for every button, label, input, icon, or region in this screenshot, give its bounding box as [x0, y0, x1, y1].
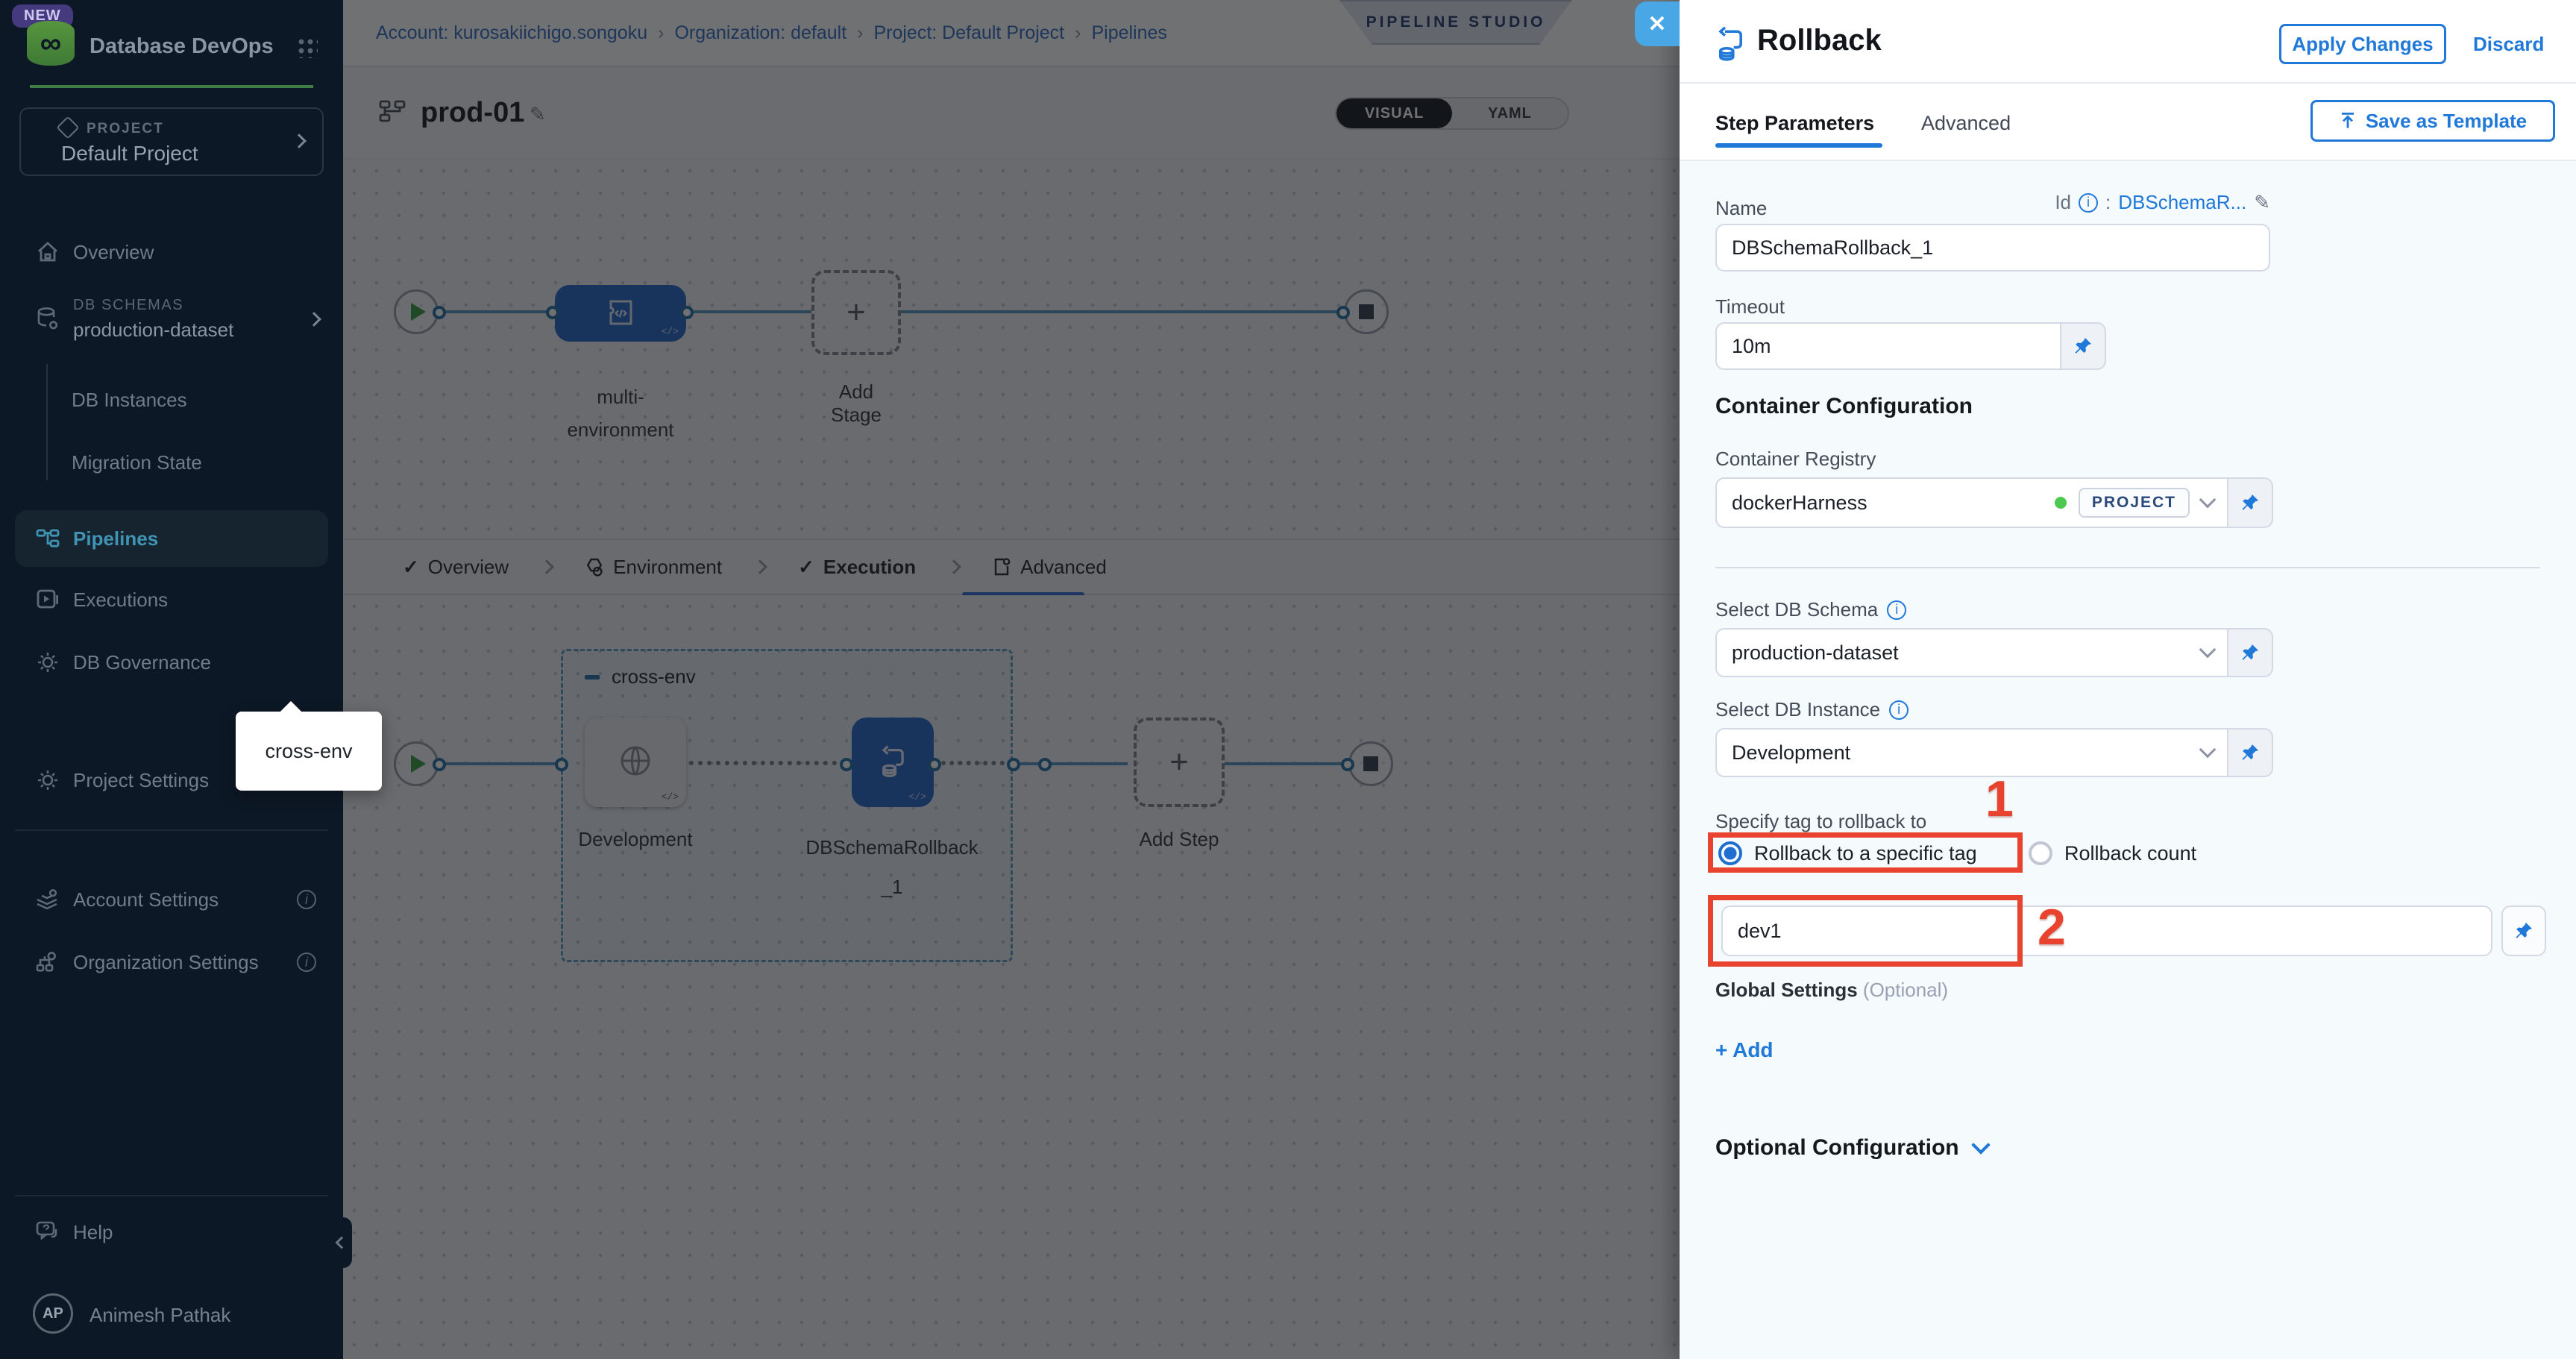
- db-instance-value[interactable]: [1715, 728, 2228, 777]
- gear-icon: [36, 769, 60, 791]
- radio-off-icon[interactable]: [2029, 841, 2052, 865]
- drawer-divider: [1680, 82, 2576, 84]
- rollback-icon: [1712, 25, 1748, 64]
- database-devops-logo-icon[interactable]: ∞: [27, 21, 75, 66]
- home-icon: [36, 242, 60, 263]
- upload-icon: [2339, 112, 2357, 130]
- info-icon: [2079, 193, 2098, 213]
- select-db-schema-label: Select DB Schema: [1715, 598, 1906, 621]
- optional-configuration-heading[interactable]: Optional Configuration: [1715, 1135, 1988, 1161]
- tab-advanced[interactable]: Advanced: [1921, 112, 2011, 135]
- db-schema-value[interactable]: [1715, 628, 2228, 677]
- org-chart-gear-icon: [36, 951, 60, 973]
- timeout-field[interactable]: [1715, 322, 2106, 370]
- annotation-box-1: [1708, 832, 2023, 873]
- id-label: Id: [2055, 191, 2071, 214]
- rollback-step-drawer: Rollback Apply Changes Discard Step Para…: [1680, 0, 2576, 1359]
- sidebar-item-executions[interactable]: Executions: [0, 574, 343, 625]
- pipelines-icon: [36, 529, 60, 548]
- annotation-number-1: 1: [1985, 770, 2014, 828]
- edit-id-pencil-icon[interactable]: ✎: [2254, 191, 2270, 214]
- sidebar-item-overview[interactable]: Overview: [0, 227, 343, 277]
- sidebar-collapse-handle[interactable]: [331, 1217, 352, 1268]
- cross-env-tooltip: cross-env: [236, 712, 382, 791]
- drawer-body: Name Id : DBSchemaR... ✎ Timeout Contain…: [1680, 160, 2576, 1359]
- sidebar: NEW ∞ Database DevOps PROJECT Default Pr…: [0, 0, 343, 1359]
- chevron-down-icon[interactable]: [2199, 492, 2217, 509]
- timeout-input[interactable]: [1715, 322, 2061, 370]
- discard-button[interactable]: Discard: [2473, 33, 2544, 56]
- db-schema-icon: [36, 307, 60, 332]
- annotation-box-2: [1708, 895, 2023, 967]
- container-registry-field[interactable]: PROJECT: [1715, 477, 2273, 528]
- runtime-input-pin-icon[interactable]: [2228, 628, 2273, 677]
- runtime-input-pin-icon[interactable]: [2228, 477, 2273, 528]
- close-drawer-button[interactable]: ✕: [1635, 1, 1680, 46]
- timeout-label: Timeout: [1715, 295, 1785, 318]
- annotation-number-2: 2: [2038, 898, 2066, 956]
- runtime-input-pin-icon[interactable]: [2228, 728, 2273, 777]
- name-field[interactable]: [1715, 224, 2270, 272]
- name-input[interactable]: [1715, 224, 2270, 272]
- app-root: NEW ∞ Database DevOps PROJECT Default Pr…: [0, 0, 2576, 1359]
- sidebar-item-account-settings[interactable]: Account Settings: [0, 874, 343, 925]
- info-icon: [1887, 600, 1906, 620]
- executions-icon: [36, 589, 60, 610]
- connector-status-dot: [2055, 497, 2067, 509]
- runtime-input-pin-icon[interactable]: [2501, 906, 2546, 956]
- sidebar-item-db-governance[interactable]: DB Governance: [0, 637, 343, 688]
- sidebar-divider: [15, 829, 328, 831]
- app-title: Database DevOps: [89, 34, 274, 59]
- db-schema-select[interactable]: [1715, 628, 2273, 677]
- project-label: PROJECT: [87, 121, 164, 137]
- active-tab-underline: [1715, 143, 1882, 148]
- help-chat-icon: [36, 1221, 60, 1243]
- sidebar-item-organization-settings[interactable]: Organization Settings: [0, 937, 343, 988]
- sidebar-item-migration-state[interactable]: Migration State: [0, 437, 343, 488]
- apply-changes-button[interactable]: Apply Changes: [2279, 24, 2446, 64]
- db-schemas-label: DB SCHEMAS: [73, 295, 233, 316]
- scope-badge: PROJECT: [2079, 488, 2190, 518]
- runtime-input-pin-icon[interactable]: [2061, 322, 2106, 370]
- chevron-down-icon[interactable]: [1971, 1135, 1990, 1154]
- modal-dim-overlay: [343, 0, 1680, 1359]
- brand-divider: [30, 85, 313, 88]
- info-icon: [297, 890, 316, 909]
- project-cube-icon: [56, 116, 79, 139]
- chevron-down-icon[interactable]: [2199, 641, 2217, 659]
- drawer-title: Rollback: [1757, 24, 1882, 57]
- user-avatar[interactable]: AP: [33, 1293, 73, 1334]
- global-settings-label: Global Settings (Optional): [1715, 979, 1948, 1002]
- chevron-right-icon: [307, 312, 321, 327]
- info-icon: [297, 952, 316, 972]
- radio-rollback-count[interactable]: Rollback count: [2029, 841, 2196, 865]
- specify-tag-label: Specify tag to rollback to: [1715, 810, 1926, 833]
- project-selector[interactable]: PROJECT Default Project: [19, 107, 324, 176]
- user-name[interactable]: Animesh Pathak: [89, 1304, 230, 1327]
- tag-pin-button[interactable]: [2501, 906, 2546, 956]
- layers-gear-icon: [36, 889, 60, 910]
- section-divider: [1715, 567, 2540, 568]
- db-schemas-value: production-dataset: [73, 316, 233, 345]
- module-grid-icon[interactable]: [297, 37, 318, 58]
- gear-icon: [36, 651, 60, 674]
- sidebar-item-pipelines[interactable]: Pipelines: [15, 510, 328, 567]
- save-as-template-button[interactable]: Save as Template: [2310, 100, 2555, 142]
- id-value: DBSchemaR...: [2118, 191, 2246, 214]
- select-db-instance-label: Select DB Instance: [1715, 698, 1909, 721]
- sidebar-item-help[interactable]: Help: [0, 1207, 343, 1258]
- sidebar-item-db-schemas[interactable]: DB SCHEMAS production-dataset: [0, 286, 343, 352]
- sidebar-item-db-instances[interactable]: DB Instances: [0, 374, 343, 425]
- chevron-down-icon[interactable]: [2199, 741, 2217, 759]
- optional-hint: (Optional): [1863, 979, 1948, 1001]
- add-global-setting-link[interactable]: + Add: [1715, 1038, 1774, 1062]
- info-icon: [1889, 700, 1909, 720]
- id-row: Id : DBSchemaR... ✎: [1680, 191, 2270, 214]
- sidebar-divider: [15, 1195, 328, 1196]
- project-name: Default Project: [61, 142, 198, 166]
- container-registry-label: Container Registry: [1715, 448, 1876, 471]
- container-configuration-heading: Container Configuration: [1715, 394, 1973, 419]
- tab-step-parameters[interactable]: Step Parameters: [1715, 112, 1874, 135]
- chevron-right-icon: [292, 134, 307, 148]
